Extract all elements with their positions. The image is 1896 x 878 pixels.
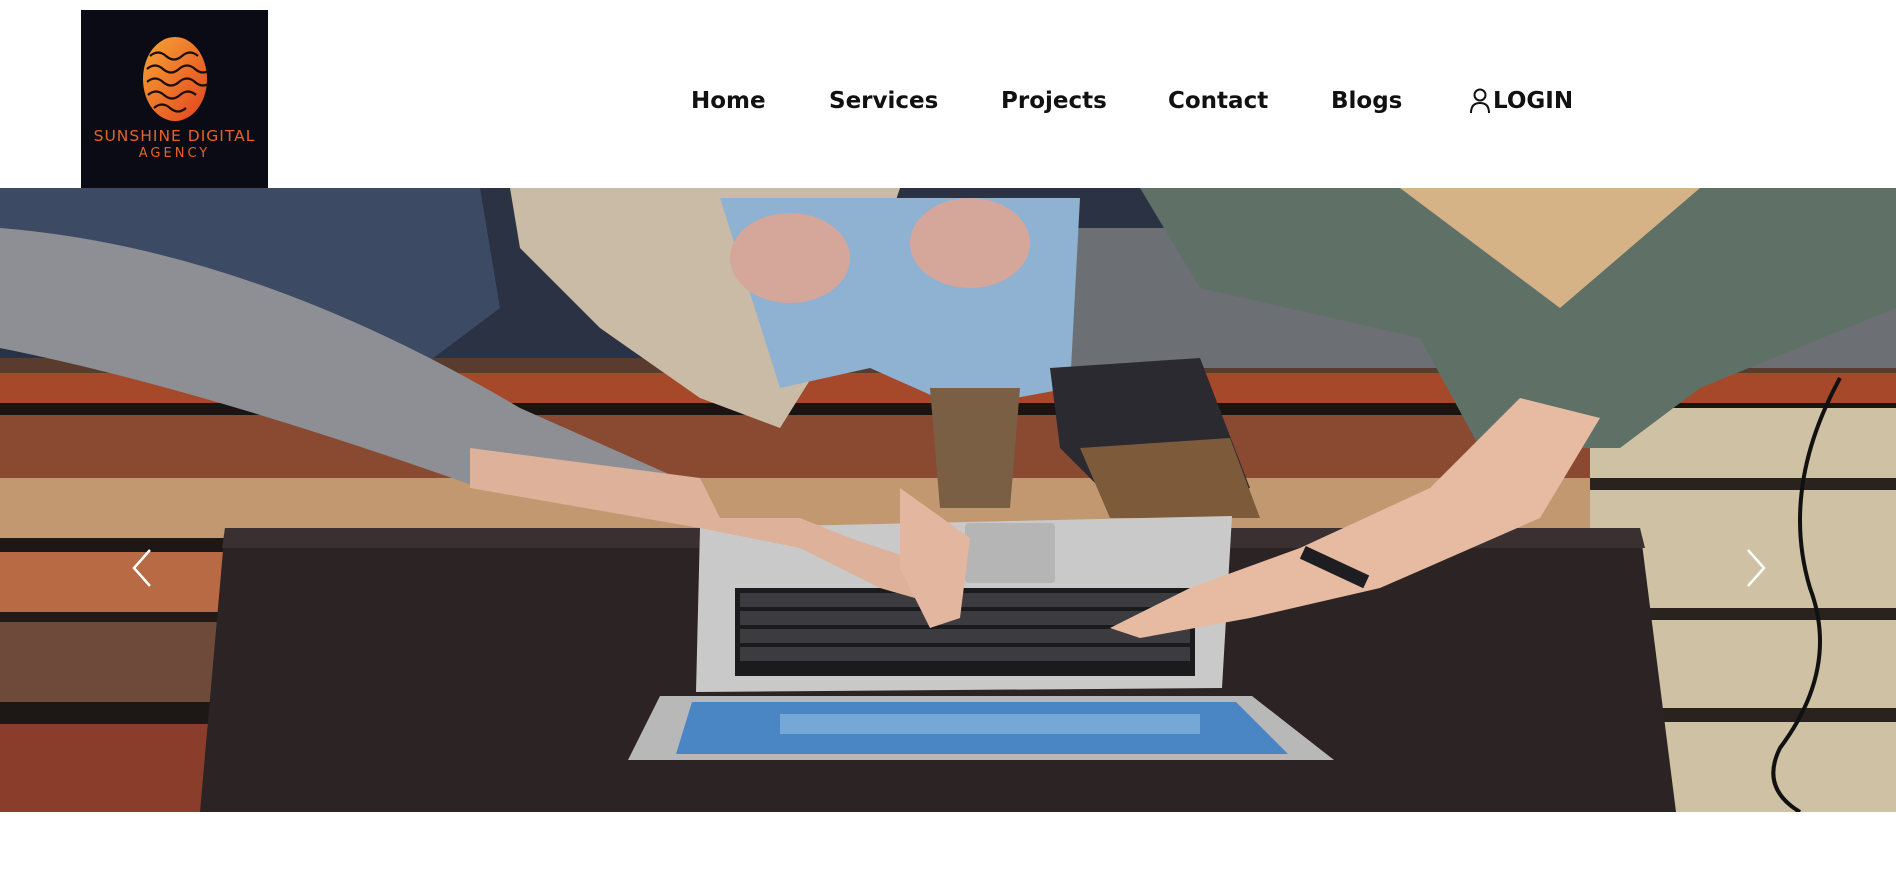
page: SUNSHINE DIGITAL AGENCY Home Services Pr… xyxy=(0,0,1896,878)
user-icon xyxy=(1470,88,1490,114)
nav-blogs[interactable]: Blogs xyxy=(1331,84,1402,118)
brand-name: SUNSHINE DIGITAL xyxy=(93,127,256,145)
nav-services[interactable]: Services xyxy=(829,84,938,118)
nav-contact[interactable]: Contact xyxy=(1168,84,1268,118)
chevron-right-icon[interactable] xyxy=(1736,538,1776,598)
brand-logo[interactable]: SUNSHINE DIGITAL AGENCY xyxy=(81,10,268,188)
page-body xyxy=(0,812,1896,878)
site-header: SUNSHINE DIGITAL AGENCY Home Services Pr… xyxy=(0,0,1896,188)
nav-projects[interactable]: Projects xyxy=(1001,84,1107,118)
nav-home[interactable]: Home xyxy=(691,84,766,118)
chevron-left-icon[interactable] xyxy=(122,538,162,598)
hero-photo xyxy=(0,188,1896,812)
sun-wave-icon xyxy=(142,37,208,121)
login-link[interactable]: LOGIN xyxy=(1469,84,1573,118)
login-label: LOGIN xyxy=(1493,88,1574,114)
brand-tagline: AGENCY xyxy=(138,146,211,161)
hero-carousel xyxy=(0,188,1896,812)
